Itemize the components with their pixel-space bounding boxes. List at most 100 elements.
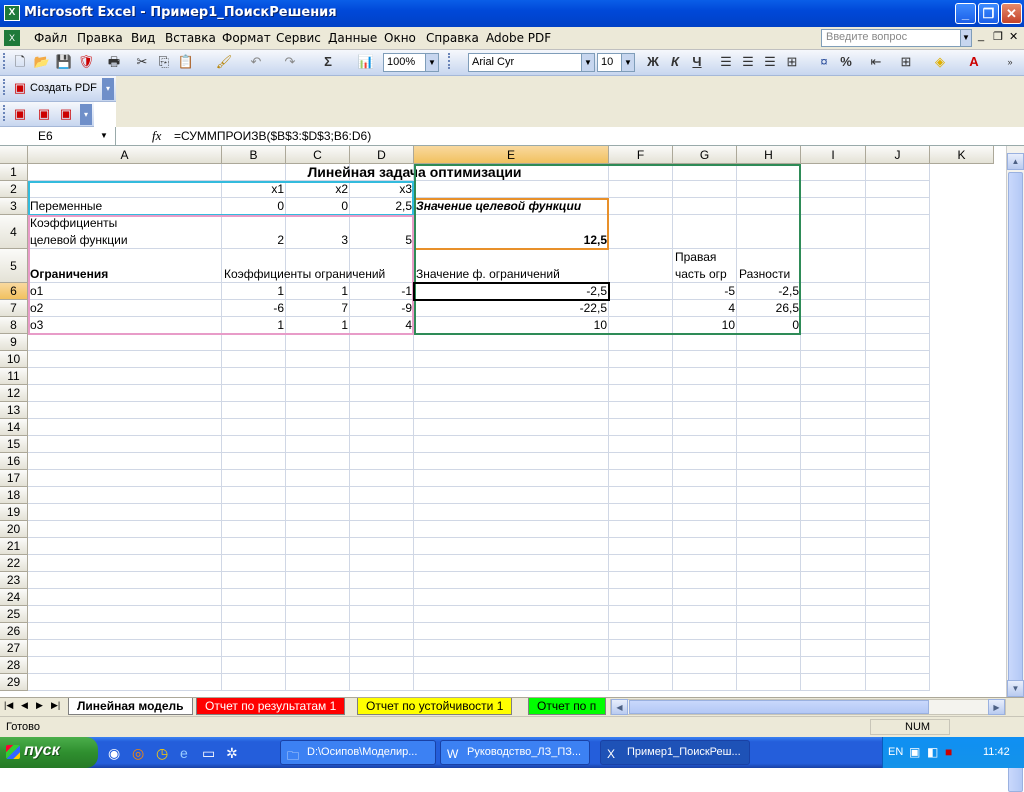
cell[interactable] (414, 538, 609, 555)
cell[interactable] (28, 368, 222, 385)
cell[interactable] (866, 606, 930, 623)
cell[interactable] (286, 538, 350, 555)
cell[interactable] (673, 453, 737, 470)
column-header-K[interactable]: K (930, 146, 994, 164)
cell-e6[interactable]: -2,5 (414, 283, 609, 300)
cell[interactable] (28, 623, 222, 640)
cell[interactable] (737, 555, 801, 572)
chart-wizard-icon[interactable]: 📊 (356, 52, 376, 72)
create-pdf-icon[interactable]: ▣ (10, 78, 30, 98)
cell[interactable] (801, 589, 866, 606)
cell[interactable] (737, 215, 801, 249)
cell[interactable] (866, 198, 930, 215)
cell[interactable] (286, 572, 350, 589)
cell[interactable] (28, 589, 222, 606)
cell[interactable] (286, 504, 350, 521)
align-left-icon[interactable]: ☰ (716, 52, 736, 72)
cell[interactable] (866, 453, 930, 470)
cell[interactable] (866, 572, 930, 589)
formula-input[interactable]: =СУММПРОИЗВ($B$3:$D$3;B6:D6) (174, 129, 371, 143)
cell[interactable] (222, 504, 286, 521)
sheet-tab-results[interactable]: Отчет по результатам 1 (196, 698, 346, 715)
quicklaunch-ie-icon[interactable]: e (180, 745, 188, 761)
cell[interactable] (737, 538, 801, 555)
format-painter-icon[interactable]: 🖌 (214, 52, 234, 72)
cell[interactable] (866, 487, 930, 504)
cell[interactable] (414, 402, 609, 419)
insert-function-icon[interactable]: fx (152, 128, 161, 144)
cell[interactable] (737, 351, 801, 368)
cell[interactable] (673, 606, 737, 623)
cell-g6[interactable]: -5 (673, 283, 737, 300)
cell[interactable] (350, 368, 414, 385)
cell-h5[interactable]: Разности (737, 266, 801, 283)
row-header-8[interactable]: 8 (0, 317, 28, 334)
cell[interactable] (801, 368, 866, 385)
cell[interactable] (286, 606, 350, 623)
cell[interactable] (737, 453, 801, 470)
cell-h6[interactable]: -2,5 (737, 283, 801, 300)
scroll-down-icon[interactable]: ▼ (1007, 680, 1024, 697)
cell[interactable] (222, 334, 286, 351)
cell[interactable] (866, 181, 930, 198)
chevron-down-icon[interactable]: ▼ (621, 54, 634, 71)
cell-e3[interactable]: Значение целевой функции (414, 198, 609, 215)
first-sheet-icon[interactable]: |◀ (4, 700, 13, 711)
cell[interactable] (222, 402, 286, 419)
close-button[interactable]: ✕ (1001, 3, 1022, 24)
cell[interactable] (673, 623, 737, 640)
menu-view[interactable]: Вид (131, 31, 155, 45)
network-icon[interactable]: ▣ (909, 745, 920, 759)
cell[interactable] (737, 385, 801, 402)
cell[interactable] (866, 300, 930, 317)
cell[interactable] (609, 385, 673, 402)
cell[interactable] (414, 657, 609, 674)
row-header-27[interactable]: 27 (0, 640, 28, 657)
restore-button[interactable]: ❐ (978, 3, 999, 24)
cell[interactable] (866, 470, 930, 487)
cell[interactable] (609, 521, 673, 538)
cell[interactable] (28, 606, 222, 623)
cell[interactable] (866, 589, 930, 606)
cell[interactable] (801, 198, 866, 215)
row-header-11[interactable]: 11 (0, 368, 28, 385)
cell[interactable] (609, 317, 673, 334)
cell[interactable] (609, 589, 673, 606)
row-header-7[interactable]: 7 (0, 300, 28, 317)
cell[interactable] (673, 572, 737, 589)
row-header-14[interactable]: 14 (0, 419, 28, 436)
quicklaunch-tool-icon[interactable]: ✲ (226, 745, 238, 762)
cell[interactable] (350, 623, 414, 640)
cell[interactable] (414, 640, 609, 657)
cell[interactable] (801, 249, 866, 283)
cell[interactable] (350, 402, 414, 419)
toolbar-grip-icon[interactable] (448, 53, 451, 69)
cell-d3[interactable]: 2,5 (350, 198, 414, 215)
cell[interactable] (673, 521, 737, 538)
column-header-H[interactable]: H (737, 146, 801, 164)
cell[interactable] (286, 419, 350, 436)
cell-c4[interactable]: 3 (286, 232, 350, 249)
cell-d6[interactable]: -1 (350, 283, 414, 300)
cell[interactable] (222, 555, 286, 572)
cell[interactable] (609, 487, 673, 504)
quicklaunch-desktop-icon[interactable]: ▭ (202, 745, 215, 762)
borders-icon[interactable]: ⊞ (896, 52, 916, 72)
fill-color-icon[interactable]: ◈ (930, 52, 950, 72)
cell[interactable] (801, 538, 866, 555)
cell[interactable] (222, 538, 286, 555)
cell[interactable] (350, 657, 414, 674)
cell[interactable] (28, 538, 222, 555)
cell-a1[interactable]: Линейная задача оптимизации (28, 164, 801, 181)
chevron-down-icon[interactable]: ▼ (581, 54, 594, 71)
cell[interactable] (609, 623, 673, 640)
cell[interactable] (737, 606, 801, 623)
cell-e8[interactable]: 10 (414, 317, 609, 334)
menu-format[interactable]: Формат (222, 31, 271, 45)
toolbar-grip-icon[interactable] (3, 53, 6, 69)
chevron-down-icon[interactable]: ▼ (425, 54, 438, 71)
cell-e4[interactable]: 12,5 (414, 232, 609, 249)
column-header-E[interactable]: E (414, 146, 609, 164)
cell[interactable] (414, 623, 609, 640)
cell[interactable] (222, 470, 286, 487)
